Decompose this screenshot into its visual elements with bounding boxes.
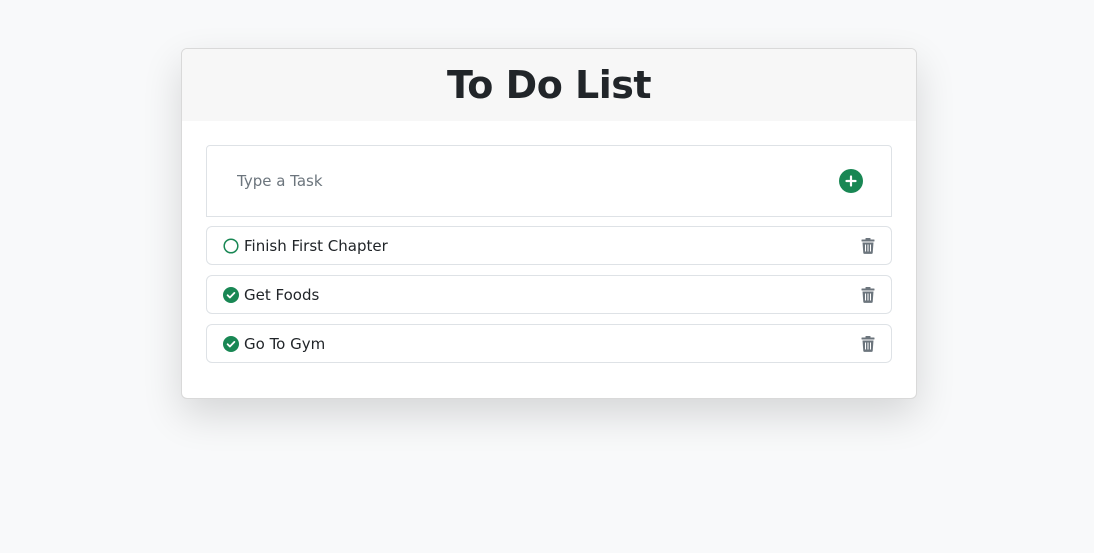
task-item: Go To Gym xyxy=(206,324,892,363)
trash-icon xyxy=(861,286,875,303)
delete-task-button[interactable] xyxy=(859,237,877,255)
check-circle-icon xyxy=(223,335,239,352)
task-label: Go To Gym xyxy=(244,334,326,353)
task-list: Finish First Chapter Get Foods Go To Gym xyxy=(206,226,892,363)
delete-task-button[interactable] xyxy=(859,335,877,353)
task-input-row xyxy=(206,145,892,217)
page-title: To Do List xyxy=(446,63,652,107)
task-toggle[interactable] xyxy=(223,335,239,352)
task-item: Finish First Chapter xyxy=(206,226,892,265)
check-circle-icon xyxy=(223,286,239,303)
task-label: Get Foods xyxy=(244,285,320,304)
trash-icon xyxy=(861,237,875,254)
task-input[interactable] xyxy=(235,171,839,191)
trash-icon xyxy=(861,335,875,352)
add-task-button[interactable] xyxy=(839,169,863,193)
delete-task-button[interactable] xyxy=(859,286,877,304)
task-item: Get Foods xyxy=(206,275,892,314)
task-label: Finish First Chapter xyxy=(244,236,388,255)
task-toggle[interactable] xyxy=(223,237,239,254)
todo-card: To Do List Finish First Chapter xyxy=(181,48,917,399)
plus-icon xyxy=(845,175,857,187)
circle-outline-icon xyxy=(223,237,239,254)
card-body: Finish First Chapter xyxy=(182,121,916,363)
card-header: To Do List xyxy=(182,49,916,121)
task-toggle[interactable] xyxy=(223,286,239,303)
